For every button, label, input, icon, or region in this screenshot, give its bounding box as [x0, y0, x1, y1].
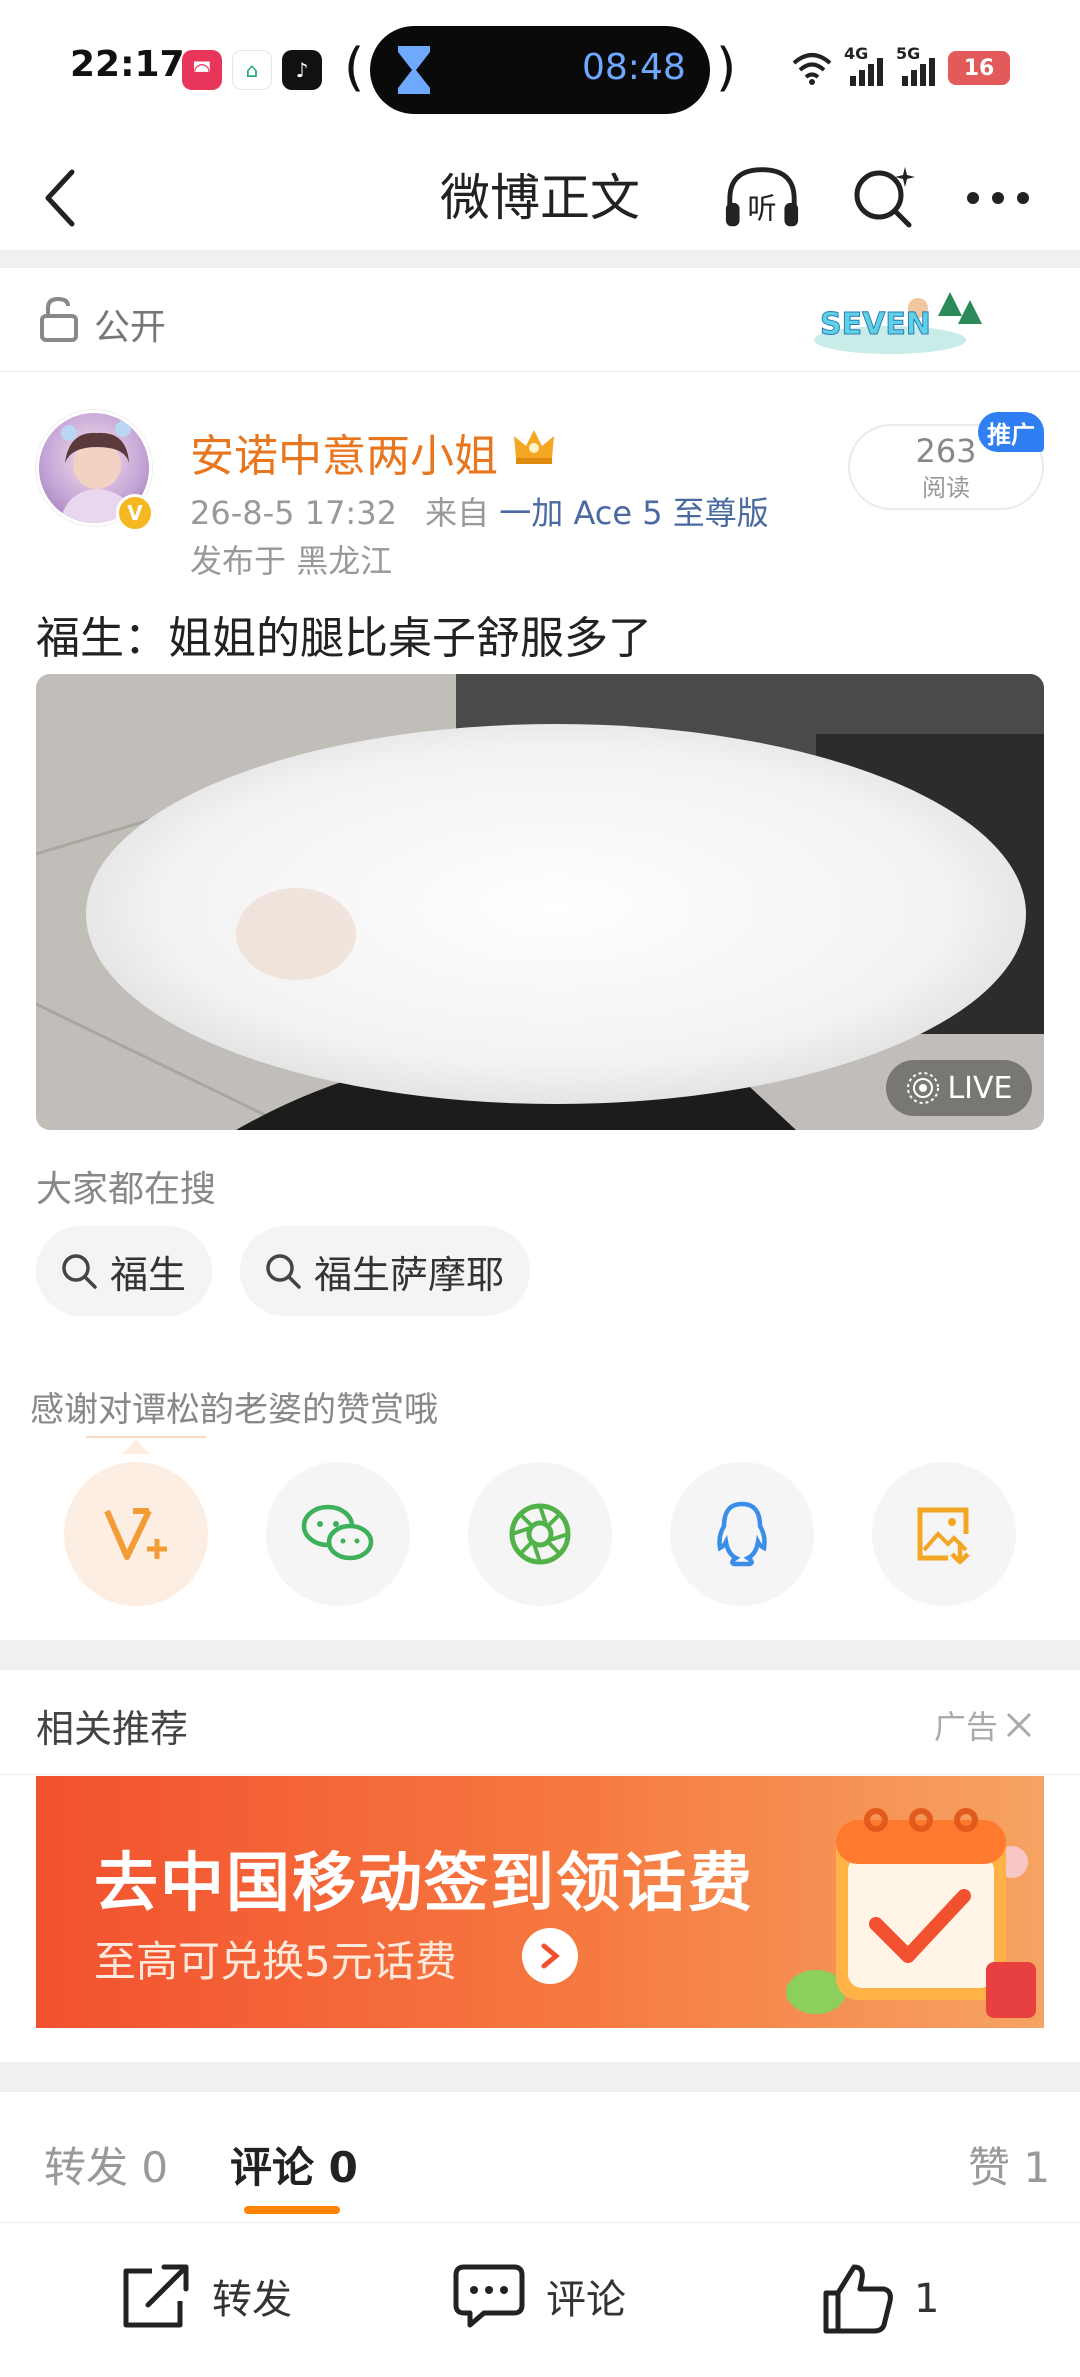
tab-active-indicator [244, 2206, 340, 2214]
live-label: LIVE [947, 1070, 1013, 1106]
comment-label: 评论 [546, 2277, 626, 2323]
status-time: 22:17 [70, 44, 185, 85]
section-divider [0, 1640, 1080, 1670]
related-title: 相关推荐 [36, 1707, 189, 1751]
status-app-icons: ◚ ⌂ ♪ [182, 50, 322, 90]
listen-label: 听 [747, 191, 776, 225]
tab-repost[interactable]: 转发 0 [44, 2134, 168, 2195]
ad-close-button[interactable]: 广告 [934, 1702, 1034, 1748]
signal-5g-label: 5G [896, 44, 921, 63]
location-prefix: 发布于 [190, 542, 287, 580]
home-app-icon: ⌂ [232, 50, 272, 90]
search-sparkle-icon [854, 167, 915, 228]
rabbit-photo-image [36, 674, 1044, 1130]
tab-like[interactable]: 赞 1 [968, 2134, 1050, 2195]
reward-thanks-text: 感谢对谭松韵老婆的赞赏哦 [30, 1390, 438, 1430]
comment-button[interactable]: 评论 [450, 2261, 626, 2331]
share-moments-button[interactable] [468, 1462, 612, 1606]
post-text: 福生：姐姐的腿比桌子舒服多了 [36, 613, 652, 664]
chevron-right-icon [541, 1943, 560, 1969]
reward-v-icon [104, 1508, 167, 1560]
search-chip[interactable]: 福生萨摩耶 [240, 1226, 531, 1316]
search-button[interactable] [844, 158, 924, 238]
live-photo-button[interactable]: LIVE [886, 1060, 1032, 1116]
reward-button[interactable] [64, 1462, 208, 1606]
post-source[interactable]: 一加 Ace 5 至尊版 [499, 494, 769, 532]
timer-text: 08:48 [582, 47, 686, 88]
status-right: 4G 5G 16 [790, 44, 1010, 86]
save-image-button[interactable] [872, 1462, 1016, 1606]
visibility-label: 公开 [94, 307, 167, 348]
nav-bar: 微博正文 听 [0, 140, 1080, 250]
author-name[interactable]: 安诺中意两小姐 [190, 420, 498, 484]
read-label: 阅读 [922, 474, 970, 502]
banner-subtitle: 至高可兑换5元话费 [94, 1937, 457, 1986]
hourglass-icon [398, 46, 430, 94]
more-dots-icon [967, 192, 1029, 204]
crown-vip-icon[interactable] [512, 426, 556, 466]
ad-label: 广告 [934, 1708, 999, 1746]
trending-search-title: 大家都在搜 [36, 1169, 217, 1210]
signal-4g-icon: 4G [844, 44, 886, 86]
save-image-icon [917, 1507, 970, 1564]
seven-badge-text: SEVEN [820, 307, 931, 342]
search-chip-label: 福生 [110, 1252, 187, 1297]
post-location: 黑龙江 [296, 542, 393, 580]
post-meta: 26-8-5 17:32 来自 一加 Ace 5 至尊版 [190, 488, 769, 534]
listen-button[interactable]: 听 [722, 158, 802, 238]
search-chip-label: 福生萨摩耶 [314, 1252, 505, 1297]
banner-title: 去中国移动签到领话费 [94, 1847, 754, 1921]
signal-5g-icon: 5G [896, 44, 938, 86]
live-icon [907, 1072, 940, 1104]
moments-icon [509, 1503, 571, 1565]
headphones-icon: 听 [725, 167, 799, 227]
search-icon [266, 1254, 301, 1289]
wechat-icon [301, 1504, 374, 1561]
tab-comment[interactable]: 评论 0 [230, 2134, 358, 2195]
promo-tag[interactable]: 推广 [978, 412, 1044, 452]
search-icon [62, 1254, 97, 1289]
qq-icon [717, 1501, 767, 1567]
bottom-action-bar: 转发 评论 1 [0, 2222, 1080, 2377]
close-icon [1006, 1712, 1032, 1738]
tiktok-icon: ♪ [282, 50, 322, 90]
ad-banner[interactable]: 去中国移动签到领话费 至高可兑换5元话费 [36, 1776, 1044, 2028]
unlock-icon [40, 296, 78, 342]
section-divider [0, 250, 1080, 268]
section-divider [0, 2062, 1080, 2092]
app-notification-icon: ◚ [182, 50, 222, 90]
seven-badge[interactable]: SEVEN [810, 282, 990, 360]
from-label: 来自 [425, 494, 490, 532]
repost-icon [123, 2264, 189, 2328]
status-bar: 22:17 ◚ ⌂ ♪ ( 08:48 ) 4G 5G 16 [0, 0, 1080, 140]
divider [0, 1774, 1080, 1775]
share-qq-button[interactable] [670, 1462, 814, 1606]
pointer-triangle-icon [122, 1440, 150, 1454]
more-button[interactable] [958, 158, 1038, 238]
battery-icon: 16 [948, 51, 1010, 85]
like-button[interactable]: 1 [820, 2261, 939, 2337]
repost-label: 转发 [212, 2277, 292, 2323]
share-wechat-button[interactable] [266, 1462, 410, 1606]
repost-button[interactable]: 转发 [118, 2261, 292, 2331]
post-location-row: 发布于 黑龙江 [190, 536, 392, 582]
search-chip[interactable]: 福生 [36, 1226, 213, 1316]
post-date: 26-8-5 17:32 [190, 494, 397, 532]
signal-4g-label: 4G [844, 44, 869, 63]
like-count: 1 [914, 2276, 940, 2322]
banner-arrow-button[interactable] [522, 1928, 578, 1984]
left-paren-icon: ( [344, 38, 365, 98]
post-photo[interactable] [36, 674, 1044, 1130]
thumbs-up-icon [823, 2264, 893, 2334]
verified-badge-icon: V [116, 494, 154, 532]
calendar-check-icon [786, 1808, 1036, 2018]
comment-icon [453, 2264, 525, 2328]
visibility-row: 公开 SEVEN [0, 268, 1080, 372]
right-paren-icon: ) [716, 38, 737, 98]
wifi-icon [792, 53, 832, 85]
